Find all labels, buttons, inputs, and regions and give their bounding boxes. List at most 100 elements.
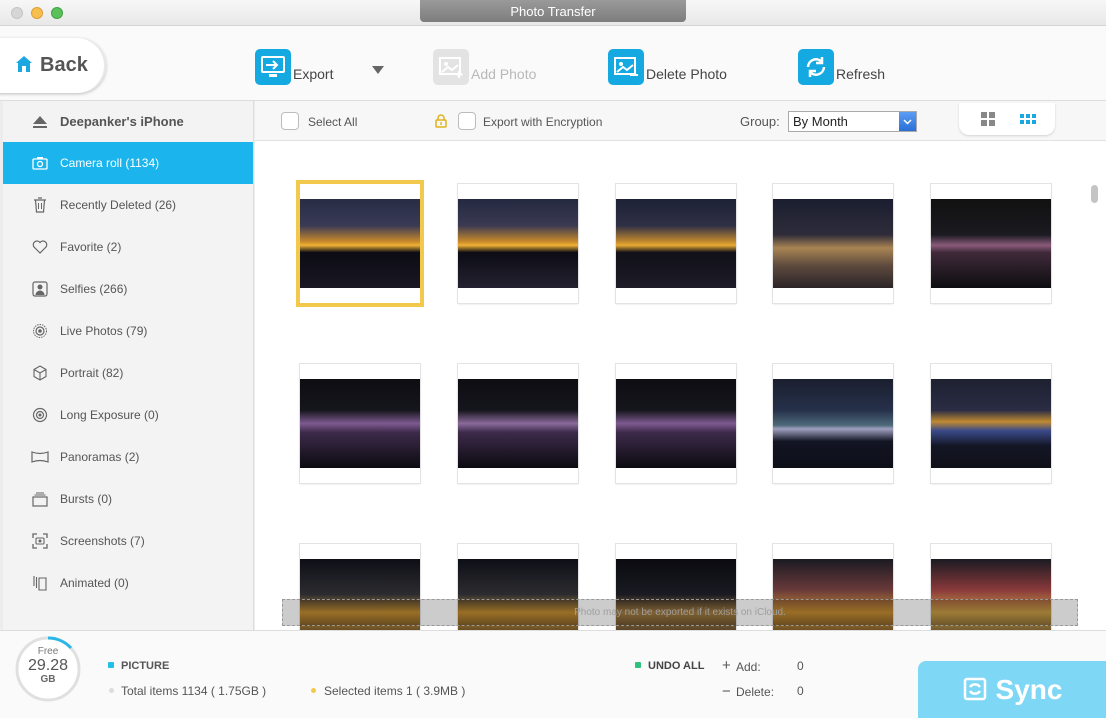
photo-thumbnail[interactable] bbox=[300, 364, 420, 483]
chevron-down-icon bbox=[899, 112, 916, 131]
sidebar-item-label: Portrait (82) bbox=[60, 366, 124, 380]
storage-free-label: Free bbox=[37, 646, 59, 657]
export-encryption-checkbox[interactable] bbox=[458, 112, 476, 130]
photo-thumbnail[interactable] bbox=[616, 184, 736, 303]
sidebar-item-bursts[interactable]: Bursts (0) bbox=[3, 478, 253, 520]
delete-photo-button[interactable]: Delete Photo bbox=[608, 47, 727, 87]
refresh-label: Refresh bbox=[836, 66, 886, 82]
eject-icon[interactable] bbox=[33, 115, 47, 128]
plus-icon: + bbox=[722, 657, 731, 674]
device-header[interactable]: Deepanker's iPhone bbox=[3, 101, 253, 142]
footer: Free 29.28 GB PICTURE Total items 1134 (… bbox=[0, 630, 1106, 718]
panorama-icon bbox=[31, 448, 49, 466]
photo-thumbnail[interactable] bbox=[458, 184, 578, 303]
undo-all-button[interactable]: UNDO ALL bbox=[648, 660, 704, 672]
sync-label: Sync bbox=[995, 674, 1063, 705]
export-label: Export bbox=[293, 66, 334, 82]
sidebar-item-label: Selfies (266) bbox=[60, 282, 128, 296]
back-label: Back bbox=[40, 54, 88, 76]
delete-count-label: Delete: bbox=[736, 685, 775, 699]
icloud-note: Photo may not be exported if it exists o… bbox=[282, 599, 1078, 626]
select-all-checkbox[interactable] bbox=[281, 112, 299, 130]
window-minimize-button[interactable] bbox=[31, 7, 43, 19]
sidebar-item-label: Bursts (0) bbox=[60, 492, 113, 506]
undo-legend-dot bbox=[635, 662, 641, 668]
minus-icon: − bbox=[722, 683, 731, 700]
sidebar: Deepanker's iPhone Camera roll (1134) Re… bbox=[3, 101, 254, 630]
sidebar-item-live-photos[interactable]: Live Photos (79) bbox=[3, 310, 253, 352]
sidebar-item-recently-deleted[interactable]: Recently Deleted (26) bbox=[3, 184, 253, 226]
delete-photo-label: Delete Photo bbox=[646, 66, 727, 82]
window-title: Photo Transfer bbox=[420, 0, 686, 22]
refresh-icon bbox=[798, 49, 834, 85]
refresh-button[interactable]: Refresh bbox=[798, 47, 885, 87]
picture-label: PICTURE bbox=[121, 660, 170, 672]
sidebar-item-label: Favorite (2) bbox=[60, 240, 122, 254]
sidebar-item-label: Camera roll (1134) bbox=[60, 156, 160, 170]
main-content: Select All Export with Encryption Group:… bbox=[255, 101, 1106, 630]
person-icon bbox=[31, 280, 49, 298]
lock-icon bbox=[435, 114, 447, 131]
trash-icon bbox=[31, 196, 49, 214]
add-photo-button[interactable]: Add Photo bbox=[433, 47, 536, 87]
sidebar-item-camera-roll[interactable]: Camera roll (1134) bbox=[3, 142, 253, 184]
export-button[interactable]: Export bbox=[255, 47, 333, 87]
sidebar-item-label: Long Exposure (0) bbox=[60, 408, 159, 422]
home-icon bbox=[14, 54, 34, 77]
add-photo-icon bbox=[433, 49, 469, 85]
photo-thumbnail[interactable] bbox=[931, 184, 1051, 303]
window-zoom-button[interactable] bbox=[51, 7, 63, 19]
photo-thumbnail[interactable] bbox=[300, 184, 420, 303]
total-legend-dot bbox=[109, 688, 114, 693]
vertical-scrollbar[interactable] bbox=[1091, 185, 1098, 203]
window-close-button[interactable] bbox=[11, 7, 23, 19]
sidebar-item-label: Live Photos (79) bbox=[60, 324, 148, 338]
storage-info: Free 29.28 GB bbox=[13, 646, 83, 685]
sidebar-item-favorite[interactable]: Favorite (2) bbox=[3, 226, 253, 268]
photo-thumbnail[interactable] bbox=[458, 364, 578, 483]
device-name: Deepanker's iPhone bbox=[60, 114, 184, 129]
sidebar-item-long-exposure[interactable]: Long Exposure (0) bbox=[3, 394, 253, 436]
storage-free-unit: GB bbox=[40, 674, 56, 685]
photo-thumbnail[interactable] bbox=[616, 364, 736, 483]
group-label: Group: bbox=[740, 114, 780, 129]
title-bar: Photo Transfer bbox=[0, 0, 1106, 26]
delete-photo-icon bbox=[608, 49, 644, 85]
sidebar-item-screenshots[interactable]: Screenshots (7) bbox=[3, 520, 253, 562]
add-photo-label: Add Photo bbox=[471, 66, 537, 82]
small-grid-view-icon[interactable] bbox=[1020, 111, 1036, 127]
sidebar-item-portrait[interactable]: Portrait (82) bbox=[3, 352, 253, 394]
sidebar-item-label: Panoramas (2) bbox=[60, 450, 140, 464]
sync-icon bbox=[962, 676, 988, 705]
back-button[interactable]: Back bbox=[0, 38, 106, 93]
export-dropdown-caret[interactable] bbox=[372, 66, 384, 74]
sidebar-item-animated[interactable]: Animated (0) bbox=[3, 562, 253, 604]
large-grid-view-icon[interactable] bbox=[980, 111, 996, 127]
select-all-label: Select All bbox=[308, 115, 358, 129]
sidebar-item-label: Animated (0) bbox=[60, 576, 129, 590]
photo-thumbnail[interactable] bbox=[931, 364, 1051, 483]
export-encryption-label: Export with Encryption bbox=[483, 115, 603, 129]
total-items: Total items 1134 ( 1.75GB ) bbox=[121, 684, 267, 698]
photo-grid: Photo may not be exported if it exists o… bbox=[255, 142, 1085, 630]
group-select-value: By Month bbox=[793, 114, 848, 129]
photo-thumbnail[interactable] bbox=[773, 364, 893, 483]
picture-legend-dot bbox=[108, 662, 114, 668]
sidebar-item-panoramas[interactable]: Panoramas (2) bbox=[3, 436, 253, 478]
selected-items: Selected items 1 ( 3.9MB ) bbox=[324, 684, 466, 698]
add-count-value: 0 bbox=[797, 659, 804, 673]
sidebar-item-selfies[interactable]: Selfies (266) bbox=[3, 268, 253, 310]
cube-icon bbox=[31, 364, 49, 382]
screenshot-icon bbox=[31, 532, 49, 550]
burst-icon bbox=[31, 490, 49, 508]
sync-button[interactable]: Sync bbox=[918, 661, 1106, 718]
delete-count-value: 0 bbox=[797, 684, 804, 698]
storage-free-value: 29.28 bbox=[27, 657, 69, 674]
export-icon bbox=[255, 49, 291, 85]
group-select[interactable]: By Month bbox=[788, 111, 917, 132]
photo-thumbnail[interactable] bbox=[773, 184, 893, 303]
live-photo-icon bbox=[31, 322, 49, 340]
animated-icon bbox=[31, 574, 49, 592]
selected-legend-dot bbox=[311, 688, 316, 693]
camera-icon bbox=[31, 154, 49, 172]
